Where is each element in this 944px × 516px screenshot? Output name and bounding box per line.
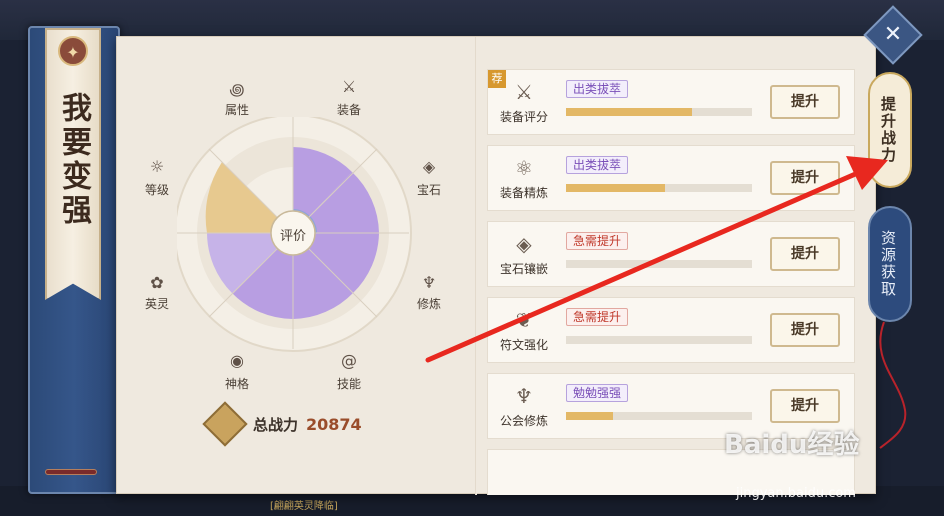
stat-label-level: 等级 [144, 183, 169, 197]
upgrade-button[interactable]: 提升 [770, 389, 840, 423]
crossed-swords-icon: ⚔ [341, 77, 357, 96]
stat-label-skill: 技能 [336, 377, 361, 391]
row-name: 公会修炼 [499, 414, 548, 428]
swirl-icon: ꩜ [229, 80, 245, 99]
list-item: ⚛ 装备精炼 出类拔萃 提升 [487, 145, 855, 211]
progress-fill [566, 184, 665, 192]
progress-bar [566, 412, 752, 420]
banner-title: 我要变强 [56, 92, 91, 228]
sun-icon: ☼ [149, 157, 165, 176]
rune-icon: ❦ [515, 308, 533, 332]
power-emblem-icon [202, 401, 248, 447]
banner-scrollbar[interactable] [45, 469, 97, 475]
bottom-tip: [翩翩英灵降临] [270, 501, 338, 512]
top-background [0, 0, 944, 40]
status-badge: 急需提升 [566, 232, 629, 250]
upgrade-button[interactable]: 提升 [770, 161, 840, 195]
upgrade-button[interactable]: 提升 [770, 313, 840, 347]
progress-fill [566, 108, 693, 116]
status-badge: 出类拔萃 [566, 80, 629, 98]
total-power-value: 20874 [306, 414, 362, 434]
progress-bar [566, 336, 752, 344]
mask-icon: ♆ [515, 384, 533, 408]
book-spine [475, 37, 477, 495]
paw-icon: ✿ [150, 273, 164, 292]
recommend-tag: 荐 [488, 70, 506, 88]
upgrade-button[interactable]: 提升 [770, 85, 840, 119]
watermark: Baidu经验 [724, 430, 860, 460]
stat-label-attribute: 属性 [224, 103, 249, 117]
row-name: 装备评分 [499, 110, 548, 124]
progress-fill [566, 412, 613, 420]
row-name: 符文强化 [499, 338, 548, 352]
list-item: ◈ 宝石镶嵌 急需提升 提升 [487, 221, 855, 287]
radar-center-label: 评价 [279, 229, 306, 244]
tab-boost-power[interactable]: 提升战力 [868, 72, 912, 188]
list-item: 荐 ⚔ 装备评分 出类拔萃 提升 [487, 69, 855, 135]
upgrade-button[interactable]: 提升 [770, 237, 840, 271]
total-power: 总战力 20874 [202, 401, 362, 447]
stat-label-gem: 宝石 [416, 183, 441, 197]
row-name: 装备精炼 [499, 186, 548, 200]
gem-icon: ◈ [516, 232, 532, 256]
total-power-label: 总战力 [253, 415, 299, 434]
row-name: 宝石镶嵌 [499, 262, 548, 276]
status-badge: 勉勉强强 [566, 384, 629, 402]
list-item: ❦ 符文强化 急需提升 提升 [487, 297, 855, 363]
progress-bar [566, 108, 752, 116]
stat-label-equipment: 装备 [336, 103, 361, 117]
stat-label-cultivation: 修炼 [416, 297, 441, 311]
crossed-swords-icon: ⚔ [515, 80, 533, 104]
watermark-url: jingyan.baidu.com [736, 486, 856, 501]
status-badge: 急需提升 [566, 308, 629, 326]
close-icon[interactable]: ✕ [872, 14, 914, 56]
stat-label-spirit: 英灵 [144, 297, 169, 311]
stat-label-divinity: 神格 [224, 377, 249, 391]
tab-resource-acquire[interactable]: 资源获取 [868, 206, 912, 322]
progress-bar [566, 260, 752, 268]
triskelion-icon: ⚛ [515, 156, 533, 180]
spiral-icon: @ [341, 351, 357, 370]
flame-emblem-icon: ✦ [58, 36, 88, 66]
gem-icon: ◈ [422, 157, 436, 176]
status-badge: 出类拔萃 [566, 156, 629, 174]
progress-bar [566, 184, 752, 192]
medallion-icon: ◉ [230, 351, 244, 370]
mask-icon: ♆ [421, 273, 437, 292]
